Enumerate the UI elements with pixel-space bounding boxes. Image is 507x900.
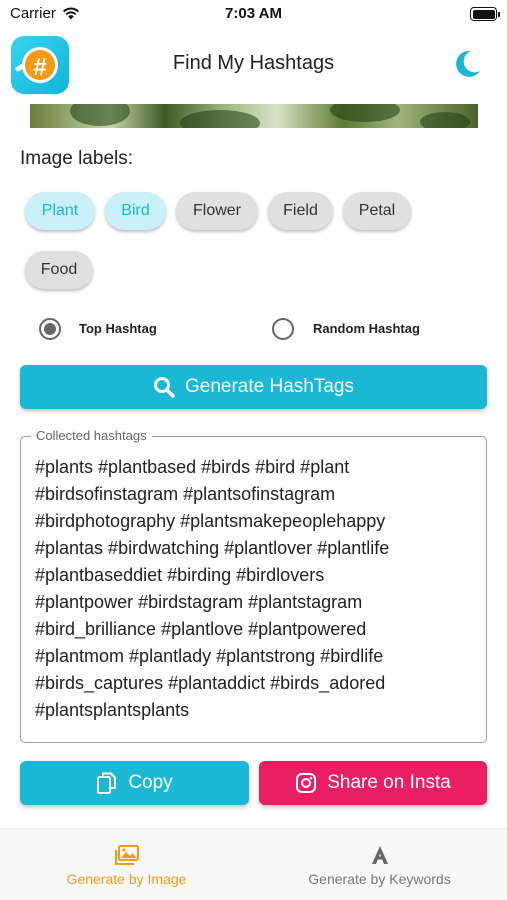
collected-hashtags-legend: Collected hashtags (31, 428, 152, 443)
hashtag-line: #plantsplantsplants (35, 700, 190, 720)
radio-random-hashtag-label[interactable]: Random Hashtag (313, 321, 420, 336)
chip-plant[interactable]: Plant (25, 192, 95, 230)
copy-label: Copy (128, 772, 173, 793)
copy-button[interactable]: Copy (20, 761, 249, 805)
tab-generate-by-image-label: Generate by Image (66, 871, 187, 887)
font-letter-icon (371, 846, 388, 864)
radio-random-hashtag[interactable] (272, 318, 294, 340)
hashtag-line: #birdphotography #plantsmakepeoplehappy (35, 511, 386, 531)
image-labels-heading: Image labels: (20, 148, 134, 169)
moon-icon[interactable] (451, 48, 483, 80)
hashtag-line: #plantas #birdwatching #plantlover #plan… (35, 538, 390, 558)
share-instagram-label: Share on Insta (327, 772, 451, 793)
hashtag-line: #plantmom #plantlady #plantstrong #birdl… (35, 646, 384, 666)
hashtag-mode-radio-group: Top Hashtag Random Hashtag (0, 316, 507, 342)
generate-hashtags-button[interactable]: Generate HashTags (20, 365, 487, 409)
instagram-icon (296, 773, 317, 793)
bottom-navigation: Generate by Image Generate by Keywords (0, 828, 507, 900)
app-bar: # Find My Hashtags (0, 34, 507, 94)
hashtag-line: #birdsofinstagram #plantsofinstagram (35, 484, 336, 504)
collected-hashtags-field[interactable]: Collected hashtags #plants #plantbased #… (20, 428, 487, 743)
chip-flower[interactable]: Flower (176, 192, 258, 230)
radio-top-hashtag-label[interactable]: Top Hashtag (79, 321, 157, 336)
radio-top-hashtag[interactable] (39, 318, 61, 340)
image-gallery-icon (114, 845, 139, 865)
status-bar: Carrier 7:03 AM (0, 0, 507, 30)
battery-icon (470, 7, 500, 21)
image-preview (30, 104, 478, 128)
search-icon (154, 377, 175, 398)
clock: 7:03 AM (225, 5, 282, 22)
hashtag-line: #plantbaseddiet #birding #birdlovers (35, 565, 325, 585)
hashtag-text: #plants #plantbased #birds #bird #plant … (35, 454, 475, 724)
hashtag-line: #plantpower #birdstagram #plantstagram (35, 592, 363, 612)
hashtag-line: #plants #plantbased #birds #bird #plant (35, 457, 350, 477)
tab-generate-by-image[interactable]: Generate by Image (0, 843, 253, 887)
hashtag-line: #bird_brilliance #plantlove #plantpowere… (35, 619, 367, 639)
copy-icon (97, 772, 117, 794)
hashtag-line: #birds_captures #plantaddict #birds_ador… (35, 673, 386, 693)
chip-bird[interactable]: Bird (105, 192, 166, 230)
generate-hashtags-label: Generate HashTags (185, 376, 354, 397)
share-instagram-button[interactable]: Share on Insta (259, 761, 487, 805)
page-title: Find My Hashtags (172, 52, 335, 74)
chip-field[interactable]: Field (268, 192, 333, 230)
tab-generate-by-keywords[interactable]: Generate by Keywords (253, 843, 506, 887)
tab-generate-by-keywords-label: Generate by Keywords (308, 871, 451, 887)
chip-petal[interactable]: Petal (343, 192, 411, 230)
chip-food[interactable]: Food (25, 251, 93, 289)
